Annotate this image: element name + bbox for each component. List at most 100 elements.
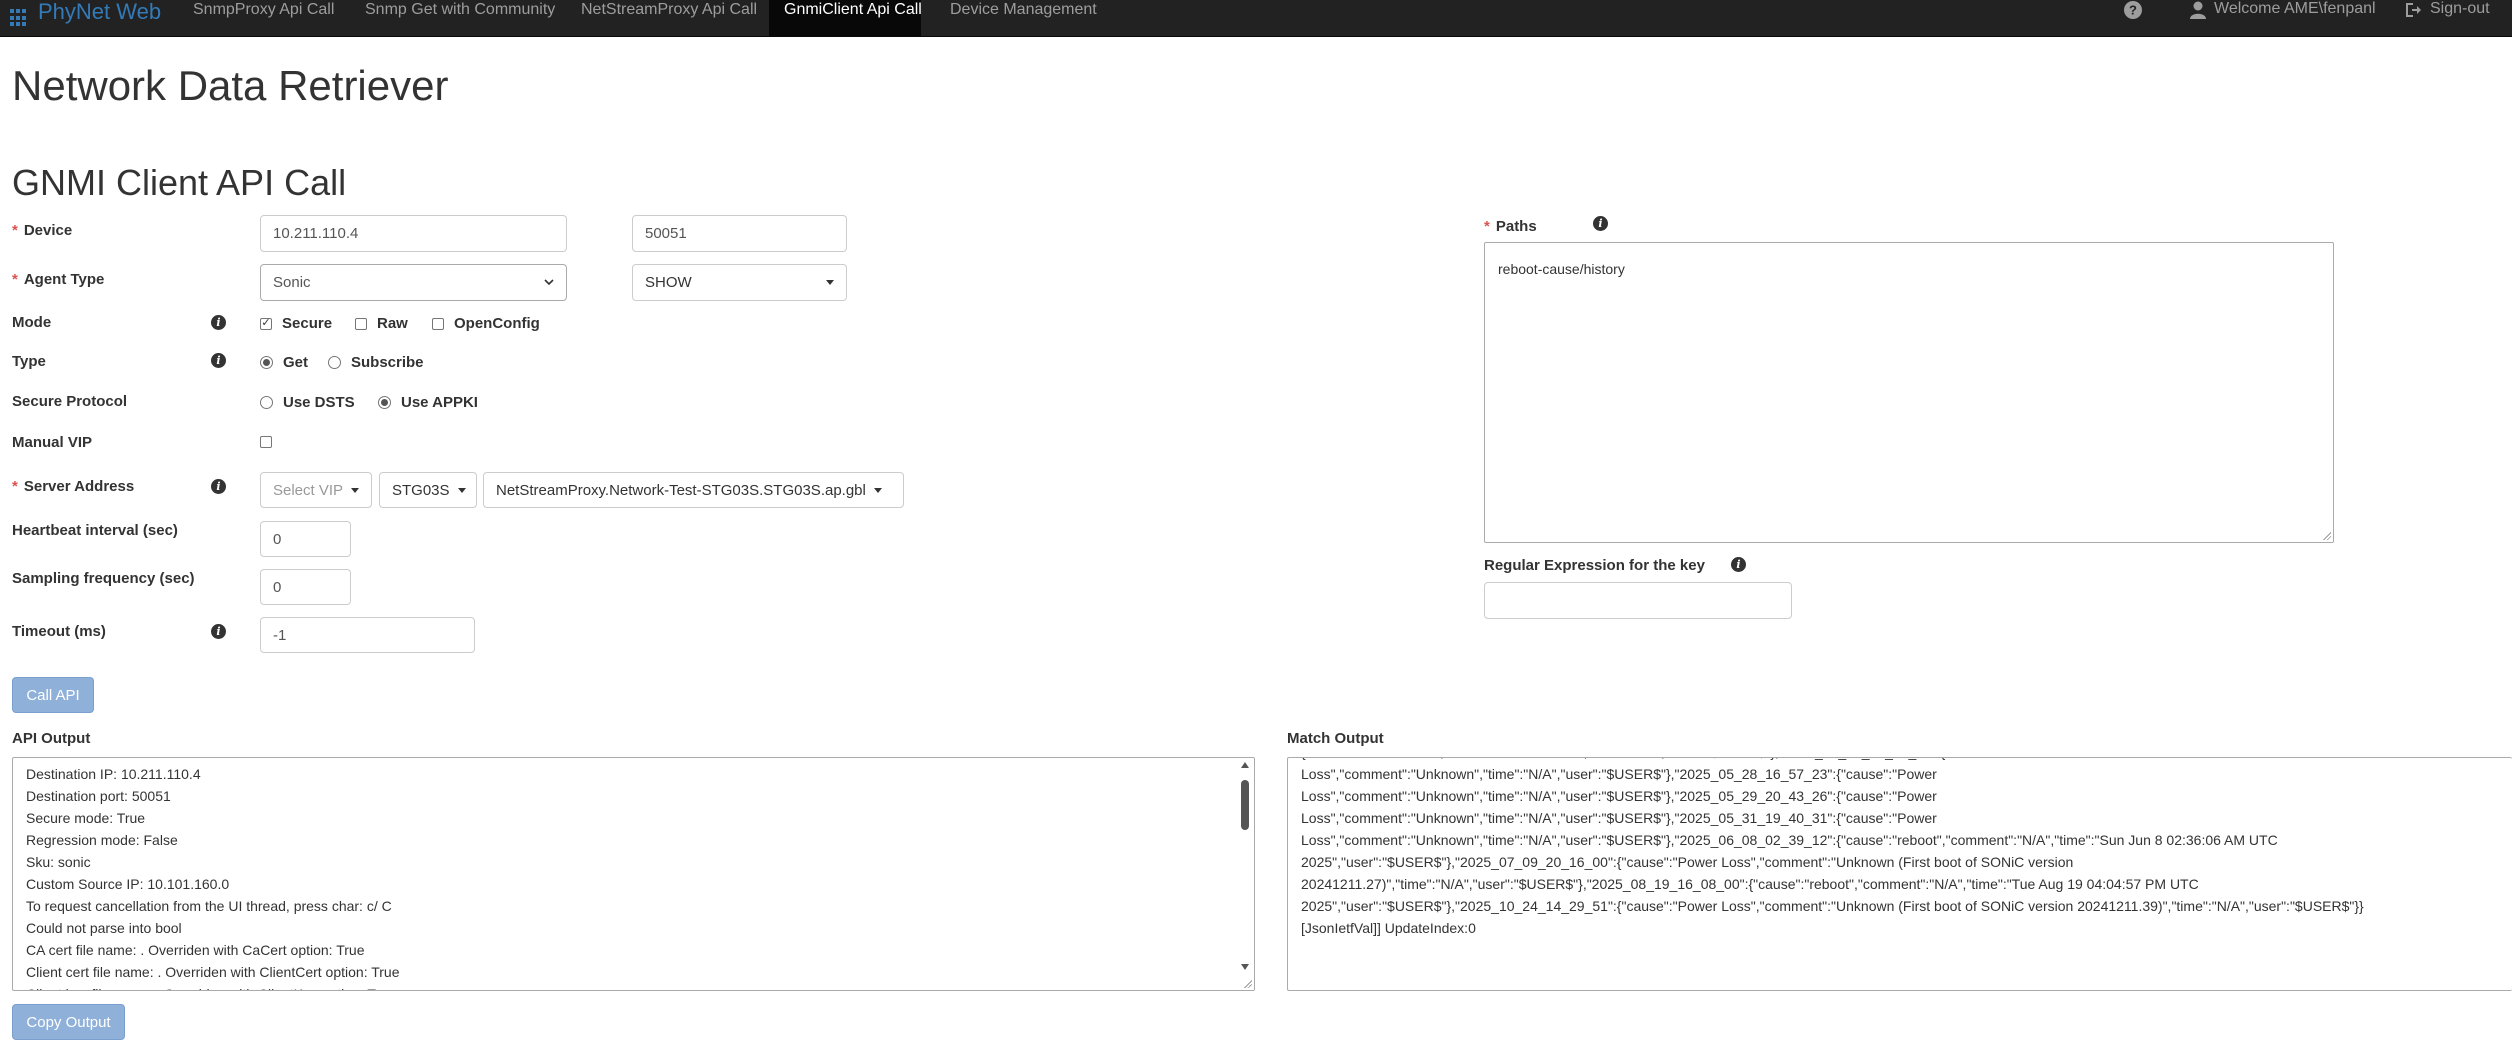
type-get-radio[interactable]: Get (260, 354, 308, 371)
required-marker: * (12, 222, 18, 239)
nav-netstreamproxy[interactable]: NetStreamProxy Api Call (566, 0, 772, 36)
device-input[interactable]: 10.211.110.4 (260, 215, 567, 252)
scroll-down-icon[interactable] (1241, 964, 1249, 970)
call-api-button[interactable]: Call API (12, 677, 94, 713)
match-output-line: Loss","comment":"Unknown","time":"N/A","… (1301, 810, 1937, 826)
user-menu[interactable]: Welcome AME\fenpanl (2190, 0, 2376, 36)
proxy-dropdown[interactable]: NetStreamProxy.Network-Test-STG03S.STG03… (483, 472, 904, 508)
paths-textarea[interactable]: reboot-cause/history (1484, 242, 2334, 543)
protocol-appki-radio[interactable]: Use APPKI (378, 394, 478, 411)
api-output-scrollbar[interactable] (1237, 758, 1254, 990)
welcome-text: Welcome AME\fenpanl (2214, 0, 2376, 17)
regex-input[interactable] (1484, 582, 1792, 619)
info-icon[interactable]: i (211, 353, 226, 368)
port-input[interactable]: 50051 (632, 215, 847, 252)
api-output-line: Regression mode: False (26, 832, 178, 848)
api-output-line: Client key file name: . Overriden with C… (26, 983, 400, 990)
checkbox-checked-icon (260, 317, 272, 330)
match-output-line: Loss","comment":"Unknown","time":"N/A","… (1301, 788, 1937, 804)
paths-label: * Paths (1484, 218, 1537, 235)
user-icon (2190, 1, 2206, 19)
site-dropdown[interactable]: STG03S (379, 472, 477, 508)
svg-text:?: ? (2129, 3, 2137, 18)
api-output-lines: Destination IP: 10.211.110.4 Destination … (26, 763, 400, 990)
regex-label: Regular Expression for the key (1484, 557, 1705, 574)
agent-type-label: * Agent Type (12, 271, 105, 288)
match-output-line: 2025","user":"$USER$"},"2025_07_09_20_16… (1301, 854, 2074, 870)
brand[interactable]: PhyNet Web (10, 0, 161, 36)
api-output-line: To request cancellation from the UI thre… (26, 898, 392, 914)
mode-label: Mode (12, 314, 52, 331)
match-output-lines: {"cause":"Power Loss","comment":"Unknown… (1301, 758, 2364, 939)
chevron-down-icon (544, 279, 554, 286)
sampling-input[interactable]: 0 (260, 569, 351, 605)
nav-snmp-community[interactable]: Snmp Get with Community (350, 0, 570, 36)
info-icon[interactable]: i (1731, 557, 1746, 572)
timeout-input[interactable]: -1 (260, 617, 475, 653)
info-icon[interactable]: i (211, 315, 226, 330)
api-output-textarea[interactable]: Destination IP: 10.211.110.4 Destination … (12, 757, 1255, 991)
mode-secure-checkbox[interactable]: Secure (260, 315, 332, 332)
info-icon[interactable]: i (1593, 216, 1608, 231)
match-output-line: 2025","user":"$USER$"},"2025_10_24_14_29… (1301, 898, 2364, 914)
checkbox-icon (355, 317, 367, 330)
mode-openconfig-checkbox[interactable]: OpenConfig (432, 315, 540, 332)
server-address-label: * Server Address (12, 478, 135, 495)
api-output-line: Could not parse into bool (26, 920, 182, 936)
device-label: * Device (12, 222, 73, 239)
agent-mode-dropdown[interactable]: SHOW (632, 264, 847, 301)
caret-down-icon (457, 487, 466, 493)
brand-name: PhyNet Web (38, 0, 162, 24)
resize-handle[interactable] (2322, 531, 2331, 540)
type-subscribe-radio[interactable]: Subscribe (328, 354, 424, 371)
nav-gnmiclient[interactable]: GnmiClient Api Call (769, 0, 922, 36)
api-output-line: Secure mode: True (26, 810, 146, 826)
heartbeat-label: Heartbeat interval (sec) (12, 522, 178, 539)
manual-vip-label: Manual VIP (12, 434, 93, 451)
mode-raw-checkbox[interactable]: Raw (355, 315, 408, 332)
match-output-line: Loss","comment":"Unknown","time":"N/A","… (1301, 832, 2278, 848)
checkbox-icon (260, 436, 272, 448)
radio-selected-icon (260, 356, 273, 369)
radio-selected-icon (378, 396, 391, 409)
info-icon[interactable]: i (211, 624, 226, 639)
match-output-label: Match Output (1287, 730, 1384, 747)
scroll-up-icon[interactable] (1241, 762, 1249, 768)
select-vip-dropdown[interactable]: Select VIP (260, 472, 372, 508)
radio-icon (260, 396, 273, 409)
signout-link[interactable]: Sign-out (2404, 0, 2490, 36)
api-output-line: Destination IP: 10.211.110.4 (26, 766, 201, 782)
required-marker: * (1484, 218, 1490, 235)
apps-grid-icon (10, 9, 28, 27)
api-output-label: API Output (12, 730, 91, 747)
agent-type-select[interactable]: Sonic (260, 264, 567, 301)
sampling-label: Sampling frequency (sec) (12, 570, 195, 587)
timeout-label: Timeout (ms) (12, 623, 106, 640)
help-button[interactable]: ? (2124, 0, 2150, 36)
api-output-line: Destination port: 50051 (26, 788, 171, 804)
secure-protocol-label: Secure Protocol (12, 393, 128, 410)
copy-output-button[interactable]: Copy Output (12, 1004, 125, 1040)
caret-down-icon (873, 487, 882, 493)
match-output-line: Loss","comment":"Unknown","time":"N/A","… (1301, 766, 1937, 782)
radio-icon (328, 356, 341, 369)
checkbox-icon (432, 317, 444, 330)
nav-snmpproxy[interactable]: SnmpProxy Api Call (178, 0, 349, 36)
required-marker: * (12, 478, 18, 495)
scroll-thumb[interactable] (1241, 780, 1249, 830)
match-output-textarea[interactable]: {"cause":"Power Loss","comment":"Unknown… (1287, 757, 2512, 991)
required-marker: * (12, 271, 18, 288)
nav-device-management[interactable]: Device Management (935, 0, 1112, 36)
caret-down-icon (351, 487, 360, 493)
top-navbar: PhyNet Web SnmpProxy Api Call Snmp Get w… (0, 0, 2512, 37)
heartbeat-input[interactable]: 0 (260, 521, 351, 557)
question-circle-icon: ? (2124, 1, 2142, 19)
match-output-line: 20241211.27)","time":"N/A","user":"$USER… (1301, 876, 2199, 892)
api-output-line: Sku: sonic (26, 854, 91, 870)
protocol-dsts-radio[interactable]: Use DSTS (260, 394, 355, 411)
manual-vip-checkbox[interactable] (260, 436, 282, 448)
resize-handle[interactable] (1243, 979, 1252, 988)
api-output-line: CA cert file name: . Overriden with CaCe… (26, 942, 365, 958)
api-output-line: Custom Source IP: 10.101.160.0 (26, 876, 230, 892)
info-icon[interactable]: i (211, 479, 226, 494)
